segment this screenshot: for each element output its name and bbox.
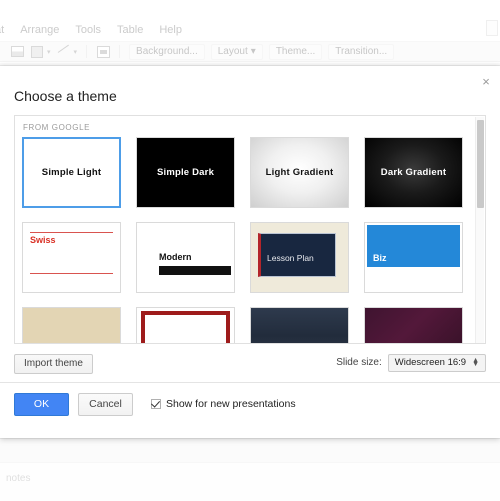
toolbar-divider [119, 45, 121, 58]
menu-item-table[interactable]: Table [117, 24, 143, 36]
theme-label: Simple Dark [156, 167, 215, 178]
theme-option-row3-3[interactable] [250, 307, 349, 343]
textbox-icon[interactable] [96, 45, 110, 59]
theme-option-dark-gradient[interactable]: Dark Gradient [364, 137, 463, 208]
dialog-title: Choose a theme [14, 88, 117, 104]
toolbar-divider [86, 45, 88, 58]
menu-bar: at Arrange Tools Table Help [0, 20, 500, 40]
speaker-notes-label: notes [6, 473, 31, 484]
theme-button[interactable]: Theme... [268, 43, 323, 60]
theme-option-row3-4[interactable] [364, 307, 463, 343]
checkbox-check-icon[interactable] [151, 399, 161, 410]
toolbar: ▾ ▾ Background... Layout ▾ Theme... Tran… [0, 41, 500, 62]
theme-label: Swiss [30, 235, 56, 245]
checkbox-label: Show for new presentations [166, 398, 296, 411]
theme-option-simple-dark[interactable]: Simple Dark [136, 137, 235, 208]
speaker-notes-pane[interactable] [0, 462, 500, 501]
theme-label: Lesson Plan [267, 253, 314, 263]
theme-label: Modern [159, 252, 192, 262]
modern-accent-bar [159, 266, 231, 275]
menu-item-arrange[interactable]: Arrange [20, 24, 59, 36]
line-chevron-down-icon[interactable]: ▾ [74, 48, 78, 56]
theme-option-modern[interactable]: Modern [136, 222, 235, 293]
theme-label: Light Gradient [265, 167, 334, 178]
theme-label: Biz [373, 253, 387, 263]
dialog-footer: OK Cancel Show for new presentations [14, 393, 296, 416]
spinner-arrows-icon: ▲ ▼ [472, 356, 479, 368]
layout-button-label: Layout [217, 45, 248, 57]
slide-size-select[interactable]: Widescreen 16:9 ▲ ▼ [387, 354, 486, 372]
line-icon[interactable] [57, 45, 71, 59]
cancel-button[interactable]: Cancel [78, 393, 133, 416]
theme-option-simple-light[interactable]: Simple Light [22, 137, 121, 208]
theme-label: Dark Gradient [380, 167, 447, 178]
close-icon[interactable]: × [479, 75, 493, 89]
theme-option-biz[interactable]: Biz [364, 222, 463, 293]
theme-list-panel: FROM GOOGLE Simple Light Simple Dark Lig… [14, 115, 486, 344]
theme-group-label: FROM GOOGLE [23, 123, 91, 132]
ok-button[interactable]: OK [14, 393, 69, 416]
transition-button[interactable]: Transition... [328, 43, 395, 60]
red-frame-border [141, 311, 230, 343]
theme-option-light-gradient[interactable]: Light Gradient [250, 137, 349, 208]
menu-item-tools[interactable]: Tools [75, 24, 101, 36]
swiss-top-rule [30, 232, 113, 233]
slide-size-label: Slide size: [336, 357, 382, 369]
layout-chevron-down-icon: ▾ [250, 45, 256, 57]
theme-label: Simple Light [41, 167, 102, 178]
theme-option-row3-2[interactable] [136, 307, 235, 343]
background-button[interactable]: Background... [129, 43, 205, 60]
show-for-new-presentations-checkbox[interactable]: Show for new presentations [151, 398, 296, 410]
menu-item-help[interactable]: Help [159, 24, 182, 36]
theme-grid: Simple Light Simple Dark Light Gradient … [22, 137, 474, 343]
shape-icon[interactable] [30, 45, 44, 59]
slide-size-value: Widescreen 16:9 [394, 357, 467, 368]
choose-theme-dialog: × Choose a theme FROM GOOGLE Simple Ligh… [0, 66, 500, 438]
insert-image-icon[interactable] [10, 45, 24, 59]
shape-chevron-down-icon[interactable]: ▾ [47, 48, 51, 56]
theme-option-swiss[interactable]: Swiss [22, 222, 121, 293]
theme-option-lesson-plan[interactable]: Lesson Plan [250, 222, 349, 293]
theme-list-scrollbar[interactable] [475, 117, 484, 343]
swiss-bottom-rule [30, 273, 113, 274]
scrollbar-thumb[interactable] [477, 120, 484, 208]
menu-item-format[interactable]: at [0, 24, 4, 36]
side-panel-toggle[interactable] [486, 20, 498, 36]
slide-size-control: Slide size: Widescreen 16:9 ▲ ▼ [336, 354, 486, 372]
footer-divider [0, 382, 500, 383]
import-theme-button[interactable]: Import theme [14, 354, 93, 374]
layout-button[interactable]: Layout ▾ [210, 43, 263, 60]
theme-option-row3-1[interactable] [22, 307, 121, 343]
